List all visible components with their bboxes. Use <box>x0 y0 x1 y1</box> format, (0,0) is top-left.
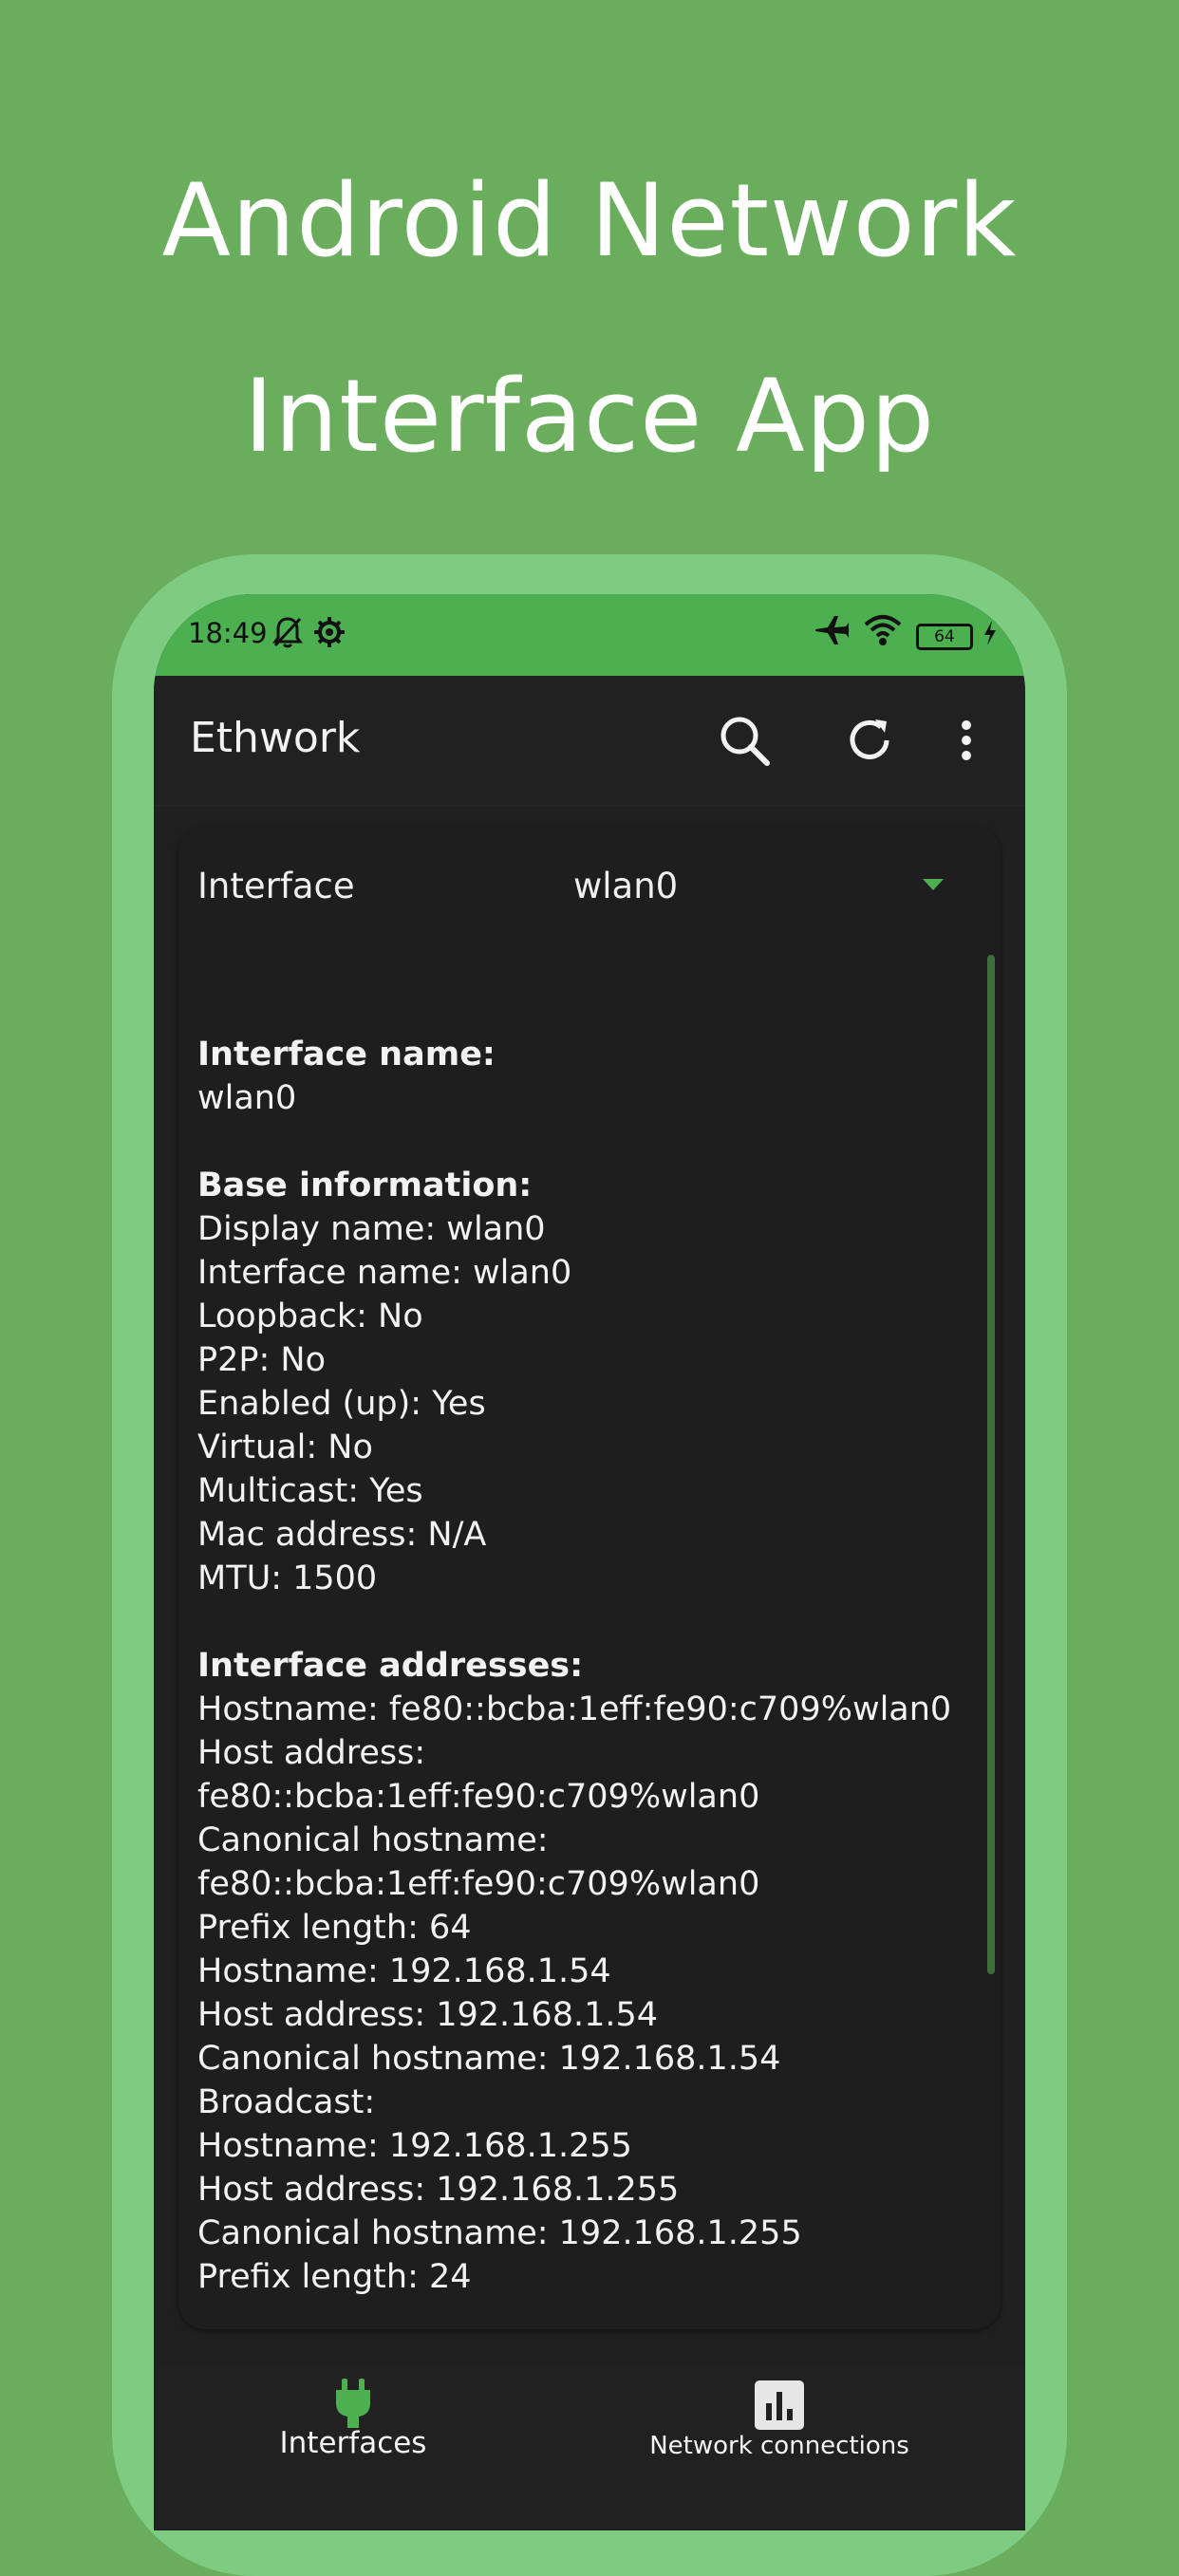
refresh-icon <box>850 719 889 759</box>
scrollbar[interactable] <box>987 955 995 1974</box>
detail-line: fe80::bcba:1eff:fe90:c709%wlan0 <box>197 1778 760 1816</box>
detail-line: Display name: wlan0 <box>197 1210 546 1248</box>
nav-item-interfaces[interactable]: Interfaces <box>268 2365 439 2530</box>
detail-line: Canonical hostname: 192.168.1.54 <box>197 2040 781 2078</box>
interface-name-value: wlan0 <box>197 1079 297 1117</box>
detail-line: Virtual: No <box>197 1428 373 1466</box>
battery-icon: 64 <box>915 624 973 650</box>
status-bar: 18:49 64 <box>154 594 1025 676</box>
detail-line: P2P: No <box>197 1341 326 1379</box>
detail-line: Hostname: 192.168.1.54 <box>197 1952 611 1990</box>
detail-line: fe80::bcba:1eff:fe90:c709%wlan0 <box>197 1865 760 1903</box>
promo-title-line-1: Android Network <box>161 162 1018 279</box>
app-title: Ethwork <box>190 714 361 762</box>
base-information-heading: Base information: <box>197 1167 533 1204</box>
wifi-icon <box>864 615 902 645</box>
dropdown-arrow-icon[interactable] <box>923 879 944 890</box>
detail-line: Canonical hostname: <box>197 1821 549 1859</box>
interface-dropdown-label: Interface <box>197 866 355 906</box>
interface-details-card: Interface wlan0 Interface name: wlan0 Ba… <box>178 826 1015 2530</box>
detail-line: Mac address: N/A <box>197 1516 487 1554</box>
more-options-button[interactable] <box>940 704 993 776</box>
detail-line: Enabled (up): Yes <box>197 1385 486 1423</box>
detail-line: MTU: 1500 <box>197 1559 378 1597</box>
nav-label-network-connections: Network connections <box>649 2432 909 2460</box>
detail-line: Host address: <box>197 1734 426 1772</box>
bar-chart-icon <box>755 2380 804 2430</box>
more-vert-icon <box>962 720 971 760</box>
phone-screen: 18:49 64 Ethwork Interface wlan0 Interfa… <box>154 594 1025 2530</box>
status-time: 18:49 <box>188 617 268 649</box>
search-icon <box>720 717 770 766</box>
detail-line: Hostname: fe80::bcba:1eff:fe90:c709%wlan… <box>197 1690 952 1728</box>
interface-details-text: Interface name: wlan0 Base information: … <box>197 1033 976 2299</box>
interface-dropdown-value[interactable]: wlan0 <box>573 866 678 906</box>
nav-item-network-connections[interactable]: Network connections <box>628 2365 930 2530</box>
battery-level: 64 <box>934 627 955 646</box>
detail-line: Prefix length: 64 <box>197 1909 472 1947</box>
nav-label-interfaces: Interfaces <box>279 2426 427 2460</box>
plug-icon <box>336 2379 370 2428</box>
detail-line: Hostname: 192.168.1.255 <box>197 2127 632 2165</box>
bell-off-icon <box>272 617 303 648</box>
gear-icon <box>314 617 346 647</box>
detail-line: Prefix length: 24 <box>197 2258 472 2296</box>
detail-line: Multicast: Yes <box>197 1472 423 1510</box>
interface-addresses-heading: Interface addresses: <box>197 1647 584 1685</box>
detail-line: Canonical hostname: 192.168.1.255 <box>197 2214 802 2252</box>
detail-line: Host address: 192.168.1.255 <box>197 2171 680 2209</box>
detail-line: Interface name: wlan0 <box>197 1254 572 1292</box>
promo-title: Android Network Interface App <box>0 123 1179 514</box>
charging-bolt-icon <box>984 621 996 645</box>
bottom-navigation: Interfaces Network connections <box>154 2365 1025 2530</box>
airplane-icon <box>814 616 849 644</box>
detail-line: Host address: 192.168.1.54 <box>197 1996 659 2034</box>
app-bar: Ethwork <box>154 676 1025 807</box>
search-button[interactable] <box>708 704 780 776</box>
promo-title-line-2: Interface App <box>243 358 936 475</box>
detail-line: Loopback: No <box>197 1297 423 1335</box>
detail-line: Broadcast: <box>197 2083 376 2121</box>
refresh-button[interactable] <box>833 704 906 776</box>
interface-name-heading: Interface name: <box>197 1036 496 1073</box>
